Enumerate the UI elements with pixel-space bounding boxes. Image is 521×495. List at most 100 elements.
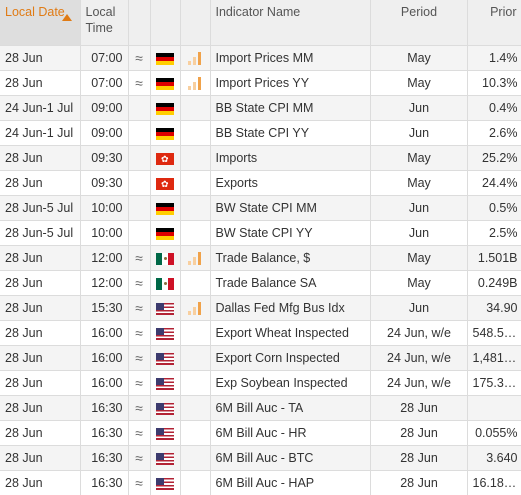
date-cell: 28 Jun [0,371,80,396]
column-header-country[interactable] [150,0,180,46]
indicator-name-cell[interactable]: Export Wheat Inspected [210,321,370,346]
approx-icon [128,96,150,121]
importance-cell [180,171,210,196]
date-cell: 28 Jun [0,421,80,446]
date-cell: 28 Jun [0,471,80,495]
approx-icon [128,171,150,196]
time-cell: 16:00 [80,321,128,346]
period-cell: Jun [370,121,467,146]
indicator-name-cell[interactable]: Imports [210,146,370,171]
indicator-name-cell[interactable]: 6M Bill Auc - BTC [210,446,370,471]
indicator-name-cell[interactable]: Exports [210,171,370,196]
period-cell: 24 Jun, w/e [370,321,467,346]
flag-us-icon [156,428,174,440]
importance-cell [180,371,210,396]
table-row[interactable]: 28 Jun09:30ExportsMay24.4% [0,171,521,196]
indicator-name-cell[interactable]: 6M Bill Auc - HAP [210,471,370,495]
column-header-local-date[interactable]: Local Date [0,0,80,46]
table-row[interactable]: 28 Jun15:30≈Dallas Fed Mfg Bus IdxJun34.… [0,296,521,321]
indicator-name-cell[interactable]: Exp Soybean Inspected [210,371,370,396]
approx-icon [128,121,150,146]
indicator-name-cell[interactable]: BW State CPI YY [210,221,370,246]
indicator-name-cell[interactable]: Trade Balance SA [210,271,370,296]
prior-cell: 2.5% [467,221,521,246]
importance-bars-icon [188,51,202,65]
table-row[interactable]: 24 Jun-1 Jul09:00BB State CPI YYJun2.6% [0,121,521,146]
country-cell [150,421,180,446]
table-row[interactable]: 28 Jun12:00≈Trade Balance SAMay0.249B [0,271,521,296]
indicator-name-cell[interactable]: Import Prices MM [210,46,370,71]
time-cell: 16:30 [80,471,128,495]
column-header-approx[interactable] [128,0,150,46]
indicator-name-cell[interactable]: Export Corn Inspected [210,346,370,371]
table-row[interactable]: 24 Jun-1 Jul09:00BB State CPI MMJun0.4% [0,96,521,121]
flag-de-icon [156,103,174,115]
column-header-importance[interactable] [180,0,210,46]
table-row[interactable]: 28 Jun-5 Jul10:00BW State CPI YYJun2.5% [0,221,521,246]
prior-cell: 3.640 [467,446,521,471]
indicator-name-cell[interactable]: 6M Bill Auc - TA [210,396,370,421]
approx-icon [128,146,150,171]
country-cell [150,221,180,246]
date-cell: 28 Jun [0,246,80,271]
indicator-name-cell[interactable]: Dallas Fed Mfg Bus Idx [210,296,370,321]
column-header-period[interactable]: Period [370,0,467,46]
period-cell: May [370,46,467,71]
importance-cell [180,321,210,346]
time-cell: 12:00 [80,271,128,296]
table-row[interactable]: 28 Jun16:30≈6M Bill Auc - HR28 Jun0.055% [0,421,521,446]
indicator-name-cell[interactable]: Import Prices YY [210,71,370,96]
flag-us-icon [156,478,174,490]
date-cell: 28 Jun [0,346,80,371]
table-row[interactable]: 28 Jun09:30ImportsMay25.2% [0,146,521,171]
country-cell [150,46,180,71]
table-row[interactable]: 28 Jun07:00≈Import Prices MMMay1.4% [0,46,521,71]
date-cell: 28 Jun [0,396,80,421]
time-cell: 07:00 [80,46,128,71]
table-row[interactable]: 28 Jun16:30≈6M Bill Auc - BTC28 Jun3.640 [0,446,521,471]
date-cell: 28 Jun-5 Jul [0,196,80,221]
country-cell [150,346,180,371]
indicator-name-cell[interactable]: BW State CPI MM [210,196,370,221]
period-cell: 28 Jun [370,421,467,446]
column-header-label: Indicator Name [216,5,301,19]
time-cell: 16:30 [80,421,128,446]
prior-cell: 2.6% [467,121,521,146]
flag-de-icon [156,53,174,65]
period-cell: Jun [370,196,467,221]
column-header-label: Prior [490,5,516,19]
table-row[interactable]: 28 Jun16:00≈Exp Soybean Inspected24 Jun,… [0,371,521,396]
country-cell [150,446,180,471]
indicator-name-cell[interactable]: 6M Bill Auc - HR [210,421,370,446]
column-header-prior[interactable]: Prior [467,0,521,46]
flag-us-icon [156,328,174,340]
country-cell [150,296,180,321]
importance-cell [180,271,210,296]
table-row[interactable]: 28 Jun16:30≈6M Bill Auc - HAP28 Jun16.18… [0,471,521,495]
table-row[interactable]: 28 Jun12:00≈Trade Balance, $May1.501B [0,246,521,271]
table-row[interactable]: 28 Jun16:00≈Export Corn Inspected24 Jun,… [0,346,521,371]
column-header-indicator-name[interactable]: Indicator Name [210,0,370,46]
time-cell: 07:00 [80,71,128,96]
table-row[interactable]: 28 Jun07:00≈Import Prices YYMay10.3% [0,71,521,96]
indicator-name-cell[interactable]: BB State CPI MM [210,96,370,121]
column-header-local-time[interactable]: Local Time [80,0,128,46]
header-row: Local Date Local Time Indicator Name Per… [0,0,521,46]
column-header-label: Local Date [5,5,65,19]
table-row[interactable]: 28 Jun16:30≈6M Bill Auc - TA28 Jun [0,396,521,421]
prior-cell: 175.35... [467,371,521,396]
time-cell: 09:00 [80,121,128,146]
indicator-name-cell[interactable]: BB State CPI YY [210,121,370,146]
time-cell: 15:30 [80,296,128,321]
prior-cell: 1.501B [467,246,521,271]
flag-hk-icon [156,153,174,165]
table-row[interactable]: 28 Jun-5 Jul10:00BW State CPI MMJun0.5% [0,196,521,221]
table-row[interactable]: 28 Jun16:00≈Export Wheat Inspected24 Jun… [0,321,521,346]
date-cell: 28 Jun-5 Jul [0,221,80,246]
prior-cell: 25.2% [467,146,521,171]
period-cell: May [370,71,467,96]
indicator-name-cell[interactable]: Trade Balance, $ [210,246,370,271]
flag-us-icon [156,303,174,315]
flag-mx-icon [156,253,174,265]
prior-cell: 16.180% [467,471,521,495]
